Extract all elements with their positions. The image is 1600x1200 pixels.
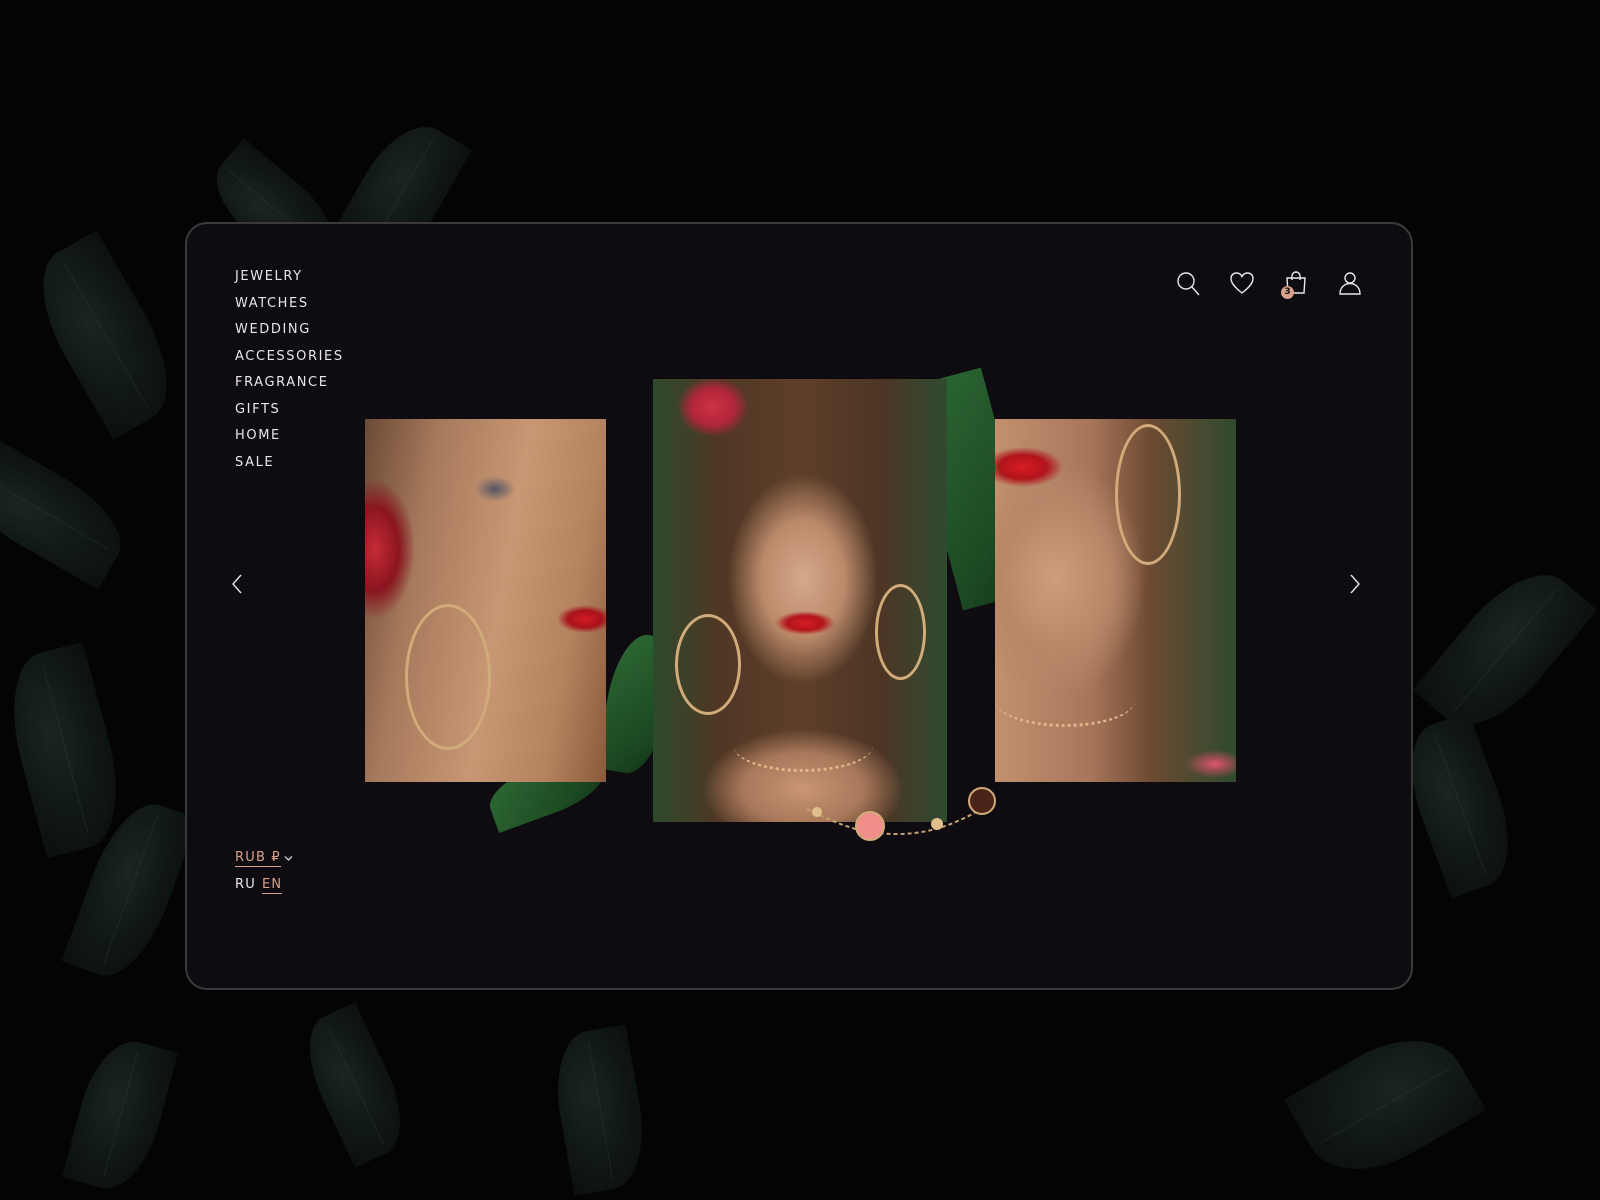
bracelet-decoration	[806, 787, 998, 841]
chevron-left-icon	[232, 574, 242, 594]
nav-item-gifts[interactable]: GIFTS	[235, 402, 344, 430]
carousel-prev-button[interactable]	[227, 572, 247, 596]
main-navigation: JEWELRY WATCHES WEDDING ACCESSORIES FRAG…	[235, 270, 344, 482]
nav-item-jewelry[interactable]: JEWELRY	[235, 270, 344, 297]
search-button[interactable]	[1175, 269, 1201, 297]
user-icon	[1339, 272, 1361, 295]
heart-icon	[1230, 272, 1254, 294]
cart-button[interactable]: 3	[1281, 269, 1309, 299]
nav-item-home[interactable]: HOME	[235, 429, 344, 456]
cart-count-badge: 3	[1281, 286, 1294, 299]
nav-item-sale[interactable]: SALE	[235, 455, 344, 483]
wishlist-button[interactable]	[1229, 269, 1255, 297]
account-button[interactable]	[1337, 269, 1363, 297]
language-switcher: RU EN	[235, 877, 293, 894]
gallery-image-left[interactable]	[365, 419, 606, 782]
gallery-image-right[interactable]	[995, 419, 1236, 782]
carousel-next-button[interactable]	[1345, 572, 1365, 596]
search-icon	[1177, 272, 1200, 296]
chevron-right-icon	[1350, 574, 1360, 594]
language-en[interactable]: EN	[261, 877, 283, 894]
currency-label: RUB ₽	[235, 850, 281, 867]
locale-settings: RUB ₽ RU EN	[235, 850, 293, 894]
main-panel: JEWELRY WATCHES WEDDING ACCESSORIES FRAG…	[185, 222, 1413, 990]
nav-item-wedding[interactable]: WEDDING	[235, 323, 344, 350]
header-actions: 3	[1175, 269, 1363, 299]
nav-item-fragrance[interactable]: FRAGRANCE	[235, 376, 344, 403]
nav-item-watches[interactable]: WATCHES	[235, 296, 344, 324]
gallery-image-center[interactable]	[653, 379, 947, 822]
chevron-down-icon	[284, 856, 293, 861]
language-ru[interactable]: RU	[235, 877, 256, 894]
nav-item-accessories[interactable]: ACCESSORIES	[235, 349, 344, 377]
currency-selector[interactable]: RUB ₽	[235, 850, 293, 867]
